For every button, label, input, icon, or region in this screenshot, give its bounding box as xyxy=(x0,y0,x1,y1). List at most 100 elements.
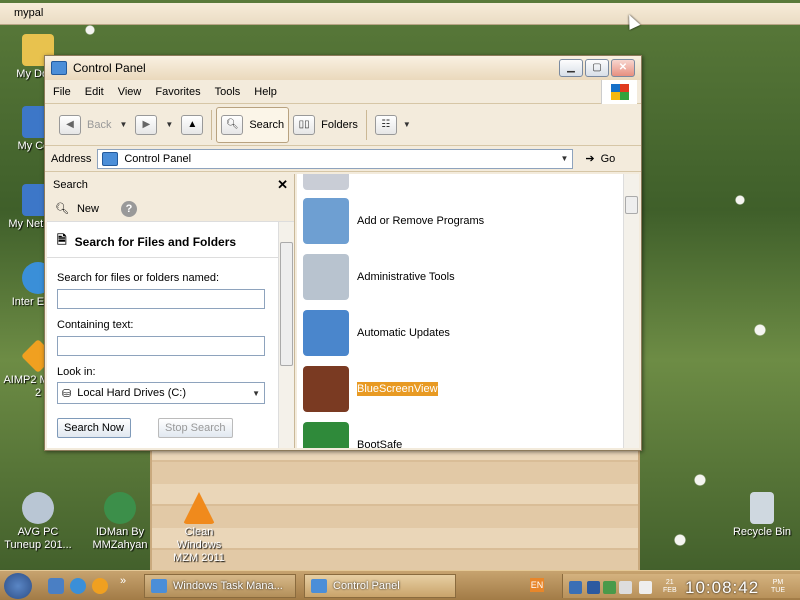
views-icon: ☷ xyxy=(374,114,397,135)
recycle-bin-icon xyxy=(750,492,774,524)
file-name-input[interactable] xyxy=(57,289,265,309)
forward-arrow-icon: ▶ xyxy=(135,114,158,135)
control-panel-icon xyxy=(311,579,327,593)
toolbar: ◀ Back ▼ ▶ ▼ ▲ 🔍︎ Search ▯▯ Folders ☷ ▼ xyxy=(45,104,641,146)
search-pane-scrollbar[interactable] xyxy=(278,222,294,448)
tray-icon[interactable] xyxy=(603,581,616,594)
scrollbar-thumb[interactable] xyxy=(625,196,638,214)
windows-logo xyxy=(601,80,637,104)
list-item-bootsafe[interactable]: BootSafe xyxy=(303,422,402,448)
day-display: PM TUE xyxy=(771,579,785,594)
back-arrow-icon: ◀ xyxy=(59,114,81,135)
list-item-add-remove-programs[interactable]: Add or Remove Programs xyxy=(303,198,484,244)
forward-dropdown-icon[interactable]: ▼ xyxy=(165,120,173,129)
menu-view[interactable]: View xyxy=(118,86,142,98)
volume-icon[interactable] xyxy=(619,581,632,594)
list-item-automatic-updates[interactable]: Automatic Updates xyxy=(303,310,450,356)
quick-launch-chevron-icon[interactable]: » xyxy=(120,575,126,587)
show-desktop-icon[interactable] xyxy=(48,578,64,594)
address-bar: Address Control Panel ▼ ➔ Go xyxy=(45,146,641,172)
hard-drive-icon: ⛁ xyxy=(62,387,72,400)
bootsafe-icon xyxy=(303,422,349,448)
control-panel-icon xyxy=(102,151,119,166)
new-search-icon: 🔍︎ xyxy=(55,203,69,215)
minimize-button[interactable]: ▁ xyxy=(559,59,583,77)
scrollbar-thumb[interactable] xyxy=(280,242,293,366)
desktop-icon-avg-tuneup[interactable]: AVG PC Tuneup 201... xyxy=(2,492,74,552)
aimp-icon[interactable] xyxy=(92,578,108,594)
folders-icon: ▯▯ xyxy=(293,114,316,135)
administrative-tools-icon xyxy=(303,254,349,300)
containing-text-label: Containing text: xyxy=(57,319,134,331)
list-item-administrative-tools[interactable]: Administrative Tools xyxy=(303,254,455,300)
internet-explorer-icon[interactable] xyxy=(70,578,86,594)
document-icon: 🗎 xyxy=(57,233,67,247)
menu-help[interactable]: Help xyxy=(254,86,277,98)
window-title-bar[interactable]: Control Panel ▁ ▢ ✕ xyxy=(45,56,641,80)
avg-tuneup-icon xyxy=(22,492,54,524)
network-tray-icon[interactable] xyxy=(587,581,600,594)
control-panel-items: Add or Remove Programs Administrative To… xyxy=(297,174,625,448)
control-panel-icon xyxy=(51,61,67,75)
close-button[interactable]: ✕ xyxy=(611,59,635,77)
warning-icon xyxy=(183,492,215,524)
search-pane: Search ✕ 🔍︎ New ? 🗎 Search for Files and… xyxy=(47,174,295,448)
new-search-button[interactable]: New xyxy=(77,203,99,215)
tray-icon[interactable] xyxy=(639,581,652,594)
help-icon[interactable]: ? xyxy=(120,200,137,217)
chevron-down-icon: ▼ xyxy=(252,388,260,398)
containing-text-input[interactable] xyxy=(57,336,265,356)
folders-button[interactable]: ▯▯ Folders xyxy=(289,107,362,143)
tray-icon[interactable] xyxy=(569,581,582,594)
clock[interactable]: 10:08:42 xyxy=(685,578,759,598)
up-arrow-icon: ▲ xyxy=(181,114,204,135)
go-button[interactable]: ➔ Go xyxy=(585,152,615,166)
back-dropdown-icon[interactable]: ▼ xyxy=(119,120,127,129)
named-label: Search for files or folders named: xyxy=(57,272,220,284)
back-button[interactable]: ◀ Back xyxy=(55,107,115,143)
system-tray: 21 FEB 10:08:42 PM TUE xyxy=(562,574,800,598)
menu-file[interactable]: File xyxy=(53,86,71,98)
file-list-scrollbar[interactable] xyxy=(623,174,639,448)
maximize-button[interactable]: ▢ xyxy=(585,59,609,77)
look-in-select[interactable]: ⛁ Local Hard Drives (C:) ▼ xyxy=(57,382,265,404)
task-task-manager[interactable]: Windows Task Mana... xyxy=(144,574,296,598)
automatic-updates-icon xyxy=(303,310,349,356)
search-button[interactable]: 🔍︎ Search xyxy=(216,106,290,143)
address-dropdown-icon[interactable]: ▼ xyxy=(560,154,568,163)
go-arrow-icon: ➔ xyxy=(585,153,595,165)
list-item[interactable] xyxy=(303,174,349,190)
search-form-title: 🗎 Search for Files and Folders xyxy=(47,226,279,258)
views-dropdown-icon: ▼ xyxy=(402,120,411,129)
search-pane-toolbar: 🔍︎ New ? xyxy=(47,196,294,222)
desktop-icon-clean-windows[interactable]: Clean Windows MZM 2011 xyxy=(163,492,235,565)
language-indicator[interactable]: EN xyxy=(530,578,544,592)
add-remove-programs-icon xyxy=(303,198,349,244)
menu-edit[interactable]: Edit xyxy=(85,86,104,98)
search-pane-header: Search ✕ xyxy=(47,174,294,196)
forward-button[interactable]: ▶ xyxy=(131,107,161,143)
idman-icon xyxy=(104,492,136,524)
address-label: Address xyxy=(51,152,92,165)
stop-search-button[interactable]: Stop Search xyxy=(157,418,233,438)
up-button[interactable]: ▲ xyxy=(177,107,207,143)
partial-item-icon xyxy=(303,174,349,190)
close-search-pane-icon[interactable]: ✕ xyxy=(277,177,288,193)
menu-tools[interactable]: Tools xyxy=(215,86,241,98)
list-item-bluescreenview[interactable]: BlueScreenView xyxy=(303,366,438,412)
browser-title: mypal xyxy=(14,7,44,19)
window-title: Control Panel xyxy=(73,61,146,75)
look-in-label: Look in: xyxy=(57,366,96,378)
start-button[interactable] xyxy=(4,573,32,599)
address-input[interactable]: Control Panel ▼ xyxy=(97,148,574,169)
desktop-icon-recycle-bin[interactable]: Recycle Bin xyxy=(726,492,798,539)
views-button[interactable]: ☷ ▼ xyxy=(371,107,415,143)
bluescreenview-icon xyxy=(303,366,349,412)
menu-bar: File Edit View Favorites Tools Help xyxy=(45,80,641,104)
desktop-icon-idman[interactable]: IDMan By MMZahyan xyxy=(84,492,156,552)
search-now-button[interactable]: Search Now xyxy=(57,418,131,438)
task-control-panel[interactable]: Control Panel xyxy=(304,574,456,598)
search-form: 🗎 Search for Files and Folders Search fo… xyxy=(47,222,279,448)
windows-flag-icon xyxy=(610,84,629,100)
menu-favorites[interactable]: Favorites xyxy=(155,86,200,98)
